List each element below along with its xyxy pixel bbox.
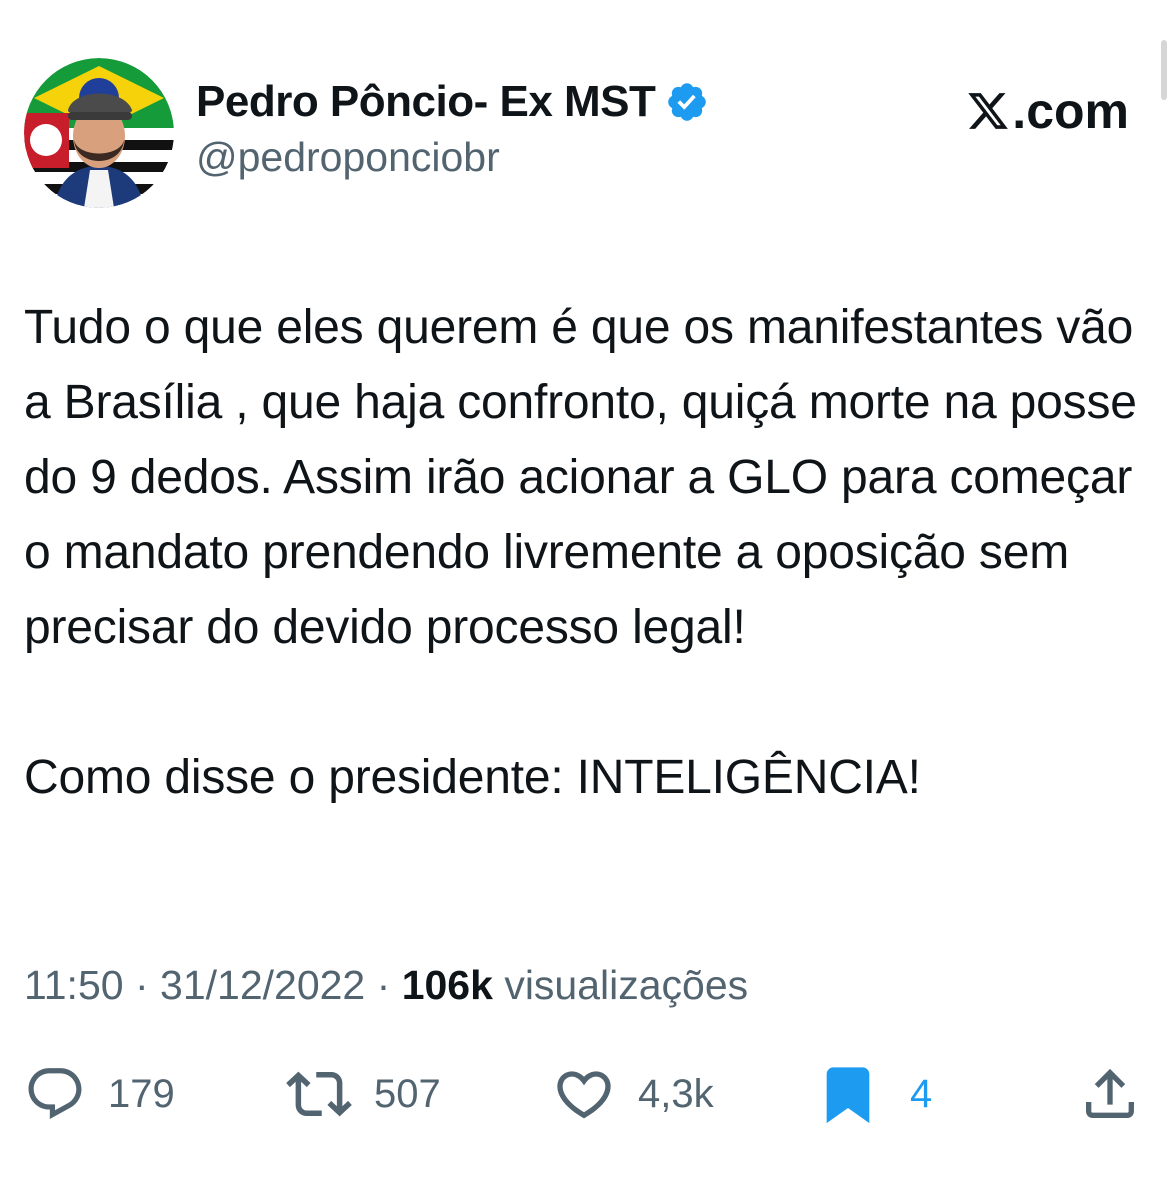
tweet-date[interactable]: 31/12/2022 bbox=[160, 962, 365, 1008]
repost-button[interactable]: 507 bbox=[286, 1062, 441, 1126]
tweet-header: Pedro Pôncio- Ex MST @pedroponciobr .com bbox=[24, 56, 1149, 211]
x-logo-icon bbox=[968, 93, 1009, 129]
tweet-meta: 11:50 · 31/12/2022 · 106k visualizações bbox=[24, 962, 748, 1009]
bookmark-count: 4 bbox=[910, 1071, 933, 1116]
like-button[interactable]: 4,3k bbox=[552, 1062, 714, 1126]
tweet-paragraph: Como disse o presidente: INTELIGÊNCIA! bbox=[24, 751, 921, 804]
author-display-name[interactable]: Pedro Pôncio- Ex MST bbox=[196, 77, 656, 127]
site-logo-text: .com bbox=[1012, 83, 1129, 139]
bookmark-icon bbox=[826, 1067, 870, 1124]
scrollbar[interactable] bbox=[1161, 40, 1167, 100]
divider bbox=[24, 1040, 1149, 1041]
meta-separator: · bbox=[376, 962, 391, 1008]
views-count: 106k bbox=[401, 962, 493, 1008]
share-icon bbox=[1086, 1068, 1134, 1118]
views-label: visualizações bbox=[504, 962, 749, 1008]
repost-count: 507 bbox=[374, 1071, 441, 1116]
reply-icon bbox=[28, 1068, 82, 1120]
reply-count: 179 bbox=[108, 1071, 175, 1116]
tweet-time[interactable]: 11:50 bbox=[24, 962, 124, 1008]
author-handle[interactable]: @pedroponciobr bbox=[196, 134, 709, 181]
avatar[interactable] bbox=[24, 58, 174, 208]
reply-button[interactable]: 179 bbox=[24, 1062, 175, 1126]
like-count: 4,3k bbox=[638, 1071, 714, 1116]
bookmark-button[interactable]: 4 bbox=[816, 1062, 932, 1126]
site-logo: .com bbox=[966, 82, 1129, 140]
share-button[interactable] bbox=[1078, 1062, 1142, 1126]
tweet-paragraph: Tudo o que eles querem é que os manifest… bbox=[24, 301, 1137, 654]
verified-badge-icon bbox=[668, 83, 707, 121]
tweet-body: Tudo o que eles querem é que os manifest… bbox=[24, 290, 1154, 815]
action-bar: 179 507 4,3k 4 bbox=[24, 1062, 1149, 1126]
repost-icon bbox=[286, 1071, 352, 1117]
author-identity[interactable]: Pedro Pôncio- Ex MST @pedroponciobr bbox=[196, 74, 709, 181]
meta-separator: · bbox=[134, 962, 149, 1008]
heart-icon bbox=[557, 1071, 611, 1119]
